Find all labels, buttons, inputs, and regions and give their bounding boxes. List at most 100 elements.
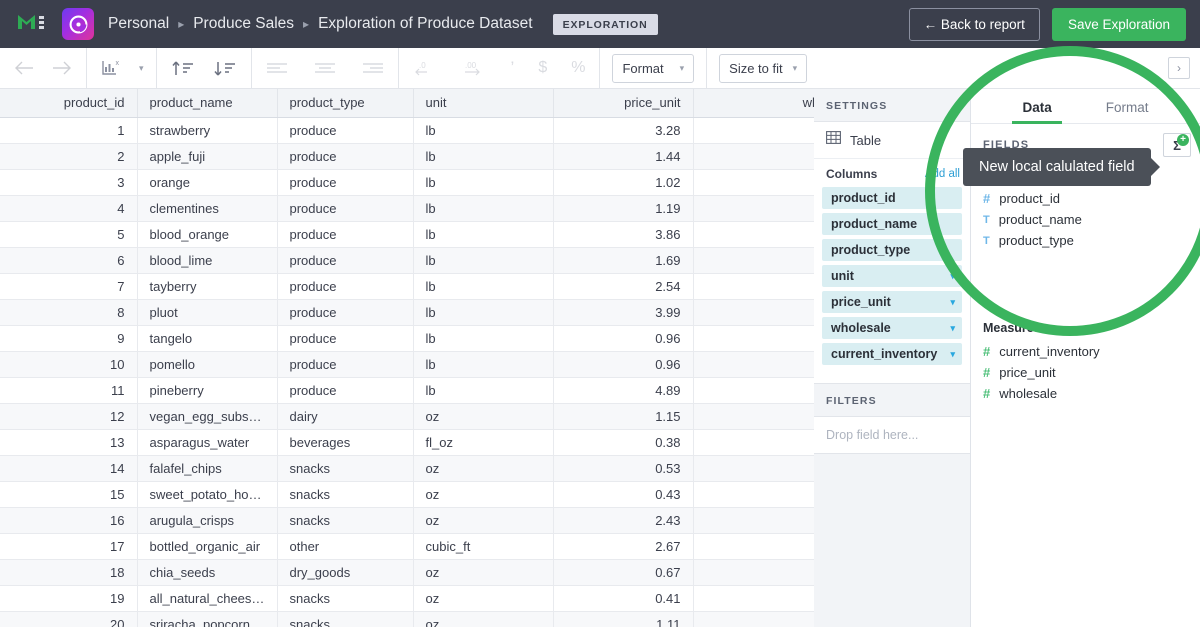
table-row[interactable]: 16arugula_crispssnacksoz2.431 — [0, 507, 814, 533]
table-row[interactable]: 6blood_limeproducelb1.690 — [0, 247, 814, 273]
table-row[interactable]: 4clementinesproducelb1.190 — [0, 195, 814, 221]
field-item-product_name[interactable]: Tproduct_name — [971, 209, 1200, 230]
sort-ascending-icon[interactable] — [169, 57, 197, 79]
breadcrumb-item-workspace[interactable]: Personal — [108, 15, 169, 33]
filters-dropzone[interactable]: Drop field here... — [814, 417, 970, 454]
cell-product_id: 3 — [0, 169, 137, 195]
column-chip-product_name[interactable]: product_name — [822, 213, 962, 235]
cell-unit: lb — [413, 169, 553, 195]
column-chip-wholesale[interactable]: wholesale▾ — [822, 317, 962, 339]
toolbar-group-format-menu: Format ▾ — [600, 48, 706, 89]
field-item-price_unit[interactable]: #price_unit — [971, 362, 1200, 383]
table-grid-icon — [826, 131, 841, 149]
column-chip-unit[interactable]: unit▾ — [822, 265, 962, 287]
align-right-icon[interactable] — [360, 60, 386, 76]
breadcrumb-item-project[interactable]: Produce Sales — [193, 15, 294, 33]
chevron-down-icon[interactable]: ▾ — [950, 323, 955, 334]
cell-unit: lb — [413, 273, 553, 299]
column-header-product_id[interactable]: product_id — [0, 89, 137, 117]
cell-product_type: produce — [277, 351, 413, 377]
breadcrumb-item-current[interactable]: Exploration of Produce Dataset — [318, 15, 533, 33]
column-chip-current_inventory[interactable]: current_inventory▾ — [822, 343, 962, 365]
chevron-right-icon[interactable]: › — [1168, 57, 1190, 79]
table-row[interactable]: 7tayberryproducelb2.540 — [0, 273, 814, 299]
table-row[interactable]: 19all_natural_cheese_p…snacksoz0.410 — [0, 585, 814, 611]
cell-product_name: pineberry — [137, 377, 277, 403]
table-row[interactable]: 15sweet_potato_hocke…snacksoz0.430 — [0, 481, 814, 507]
table-row[interactable]: 1strawberryproducelb3.281 — [0, 117, 814, 143]
cell-product_name: all_natural_cheese_p… — [137, 585, 277, 611]
data-table-container[interactable]: product_idproduct_nameproduct_typeunitpr… — [0, 89, 814, 627]
cell-wholesale: 0 — [693, 195, 814, 221]
chartio-logo-icon[interactable] — [62, 8, 94, 40]
table-row[interactable]: 17bottled_organic_airothercubic_ft2.670 — [0, 533, 814, 559]
tab-data[interactable]: Data — [1018, 100, 1055, 123]
field-item-product_id[interactable]: #product_id — [971, 188, 1200, 209]
chevron-down-icon[interactable]: ▾ — [950, 297, 955, 308]
column-header-price_unit[interactable]: price_unit — [553, 89, 693, 117]
decimal-increase-icon[interactable]: .00 — [459, 58, 489, 78]
decimal-decrease-icon[interactable]: .0 — [411, 58, 439, 78]
cell-product_name: clementines — [137, 195, 277, 221]
field-item-current_inventory[interactable]: #current_inventory — [971, 341, 1200, 362]
table-row[interactable]: 5blood_orangeproducelb3.861 — [0, 221, 814, 247]
chevron-down-icon[interactable]: ▾ — [950, 271, 955, 282]
breadcrumb: Personal ▸ Produce Sales ▸ Exploration o… — [108, 14, 658, 35]
cell-wholesale: 1 — [693, 299, 814, 325]
table-row[interactable]: 14falafel_chipssnacksoz0.530 — [0, 455, 814, 481]
percent-format-button[interactable]: % — [569, 57, 587, 79]
undo-arrow-icon[interactable] — [12, 59, 36, 77]
table-row[interactable]: 12vegan_egg_substitutedairyoz1.150 — [0, 403, 814, 429]
filters-section-title: FILTERS — [814, 383, 970, 417]
save-exploration-button[interactable]: Save Exploration — [1052, 8, 1186, 41]
cell-wholesale: 0 — [693, 247, 814, 273]
column-header-wholesale[interactable]: wholesale — [693, 89, 814, 117]
hash-icon: # — [983, 386, 990, 401]
table-row[interactable]: 11pineberryproducelb4.891 — [0, 377, 814, 403]
comma-format-button[interactable]: ’ — [509, 56, 517, 80]
table-row[interactable]: 18chia_seedsdry_goodsoz0.670 — [0, 559, 814, 585]
back-to-report-button[interactable]: ← Back to report — [909, 8, 1040, 41]
table-row[interactable]: 2apple_fujiproducelb1.440 — [0, 143, 814, 169]
cell-product_id: 7 — [0, 273, 137, 299]
chevron-down-icon[interactable]: ▾ — [139, 63, 144, 74]
table-row[interactable]: 20sriracha_popcornsnacksoz1.110 — [0, 611, 814, 627]
table-row[interactable]: 10pomelloproducelb0.960 — [0, 351, 814, 377]
align-left-icon[interactable] — [264, 60, 290, 76]
column-header-product_name[interactable]: product_name — [137, 89, 277, 117]
field-item-label: product_name — [999, 212, 1082, 227]
cell-product_id: 16 — [0, 507, 137, 533]
field-item-wholesale[interactable]: #wholesale — [971, 383, 1200, 404]
table-row[interactable]: 3orangeproducelb1.020 — [0, 169, 814, 195]
cell-price_unit: 0.41 — [553, 585, 693, 611]
column-header-unit[interactable]: unit — [413, 89, 553, 117]
gmail-icon[interactable] — [18, 13, 44, 35]
chevron-down-icon[interactable]: ▾ — [950, 349, 955, 360]
currency-format-button[interactable]: $ — [536, 57, 549, 79]
size-to-fit-dropdown[interactable]: Size to fit ▾ — [719, 54, 807, 83]
table-row[interactable]: 8pluotproducelb3.991 — [0, 299, 814, 325]
cell-product_name: orange — [137, 169, 277, 195]
column-chip-product_type[interactable]: product_type — [822, 239, 962, 261]
redo-arrow-icon[interactable] — [50, 59, 74, 77]
tab-format[interactable]: Format — [1102, 100, 1153, 123]
sort-descending-icon[interactable] — [211, 57, 239, 79]
table-row[interactable]: 13asparagus_waterbeveragesfl_oz0.380 — [0, 429, 814, 455]
hash-icon: # — [983, 191, 990, 206]
field-item-product_type[interactable]: Tproduct_type — [971, 230, 1200, 251]
cell-product_id: 10 — [0, 351, 137, 377]
add-all-link[interactable]: Add all — [925, 168, 960, 180]
chart-type-icon[interactable]: x — [99, 57, 125, 79]
cell-product_name: chia_seeds — [137, 559, 277, 585]
table-row[interactable]: 9tangeloproducelb0.960 — [0, 325, 814, 351]
column-header-product_type[interactable]: product_type — [277, 89, 413, 117]
align-center-icon[interactable] — [312, 60, 338, 76]
cell-wholesale: 1 — [693, 221, 814, 247]
column-chip-product_id[interactable]: product_id — [822, 187, 962, 209]
cell-unit: lb — [413, 325, 553, 351]
column-chip-price_unit[interactable]: price_unit▾ — [822, 291, 962, 313]
cell-product_type: snacks — [277, 611, 413, 627]
format-dropdown[interactable]: Format ▾ — [612, 54, 694, 83]
visualization-type-row[interactable]: Table — [814, 122, 970, 159]
sigma-add-icon[interactable]: Σ + — [1163, 133, 1191, 157]
